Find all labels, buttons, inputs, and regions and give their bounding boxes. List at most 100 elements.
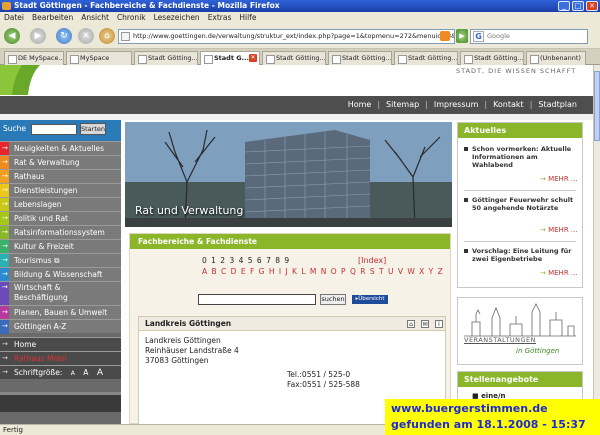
bullet-icon — [464, 147, 468, 151]
back-button[interactable]: ◀ — [4, 28, 20, 44]
menu-chronik[interactable]: Chronik — [117, 12, 146, 24]
close-window-button[interactable]: ✕ — [586, 1, 598, 11]
index-link[interactable]: [Index] — [358, 256, 386, 265]
search-start-button[interactable]: Starten — [80, 123, 106, 135]
separator: | — [425, 100, 428, 109]
overview-label: Übersicht — [358, 296, 385, 302]
site-header: STADT, DIE WISSEN SCHAFFT — [0, 65, 593, 96]
sidebar-item-dienstleistungen[interactable]: → Dienstleistungen — [0, 183, 121, 198]
page-icon — [121, 32, 130, 41]
tab-label: Stadt Götting... — [148, 54, 198, 62]
font-size-medium[interactable]: A — [83, 368, 88, 377]
sidebar-item-rat-verwaltung[interactable]: → Rat & Verwaltung — [0, 155, 121, 170]
menu-lesezeichen[interactable]: Lesezeichen — [154, 12, 200, 24]
sidebar-item-label: Göttingen A-Z — [14, 322, 67, 331]
minimize-button[interactable]: _ — [558, 1, 570, 11]
sidebar-item-neuigkeiten[interactable]: → Neuigkeiten & Aktuelles — [0, 141, 121, 156]
sidebar-item-rathaus-mobil[interactable]: → Rathaus Mobil — [0, 351, 121, 365]
topnav-home[interactable]: Home — [348, 96, 372, 114]
font-size-small[interactable]: A — [71, 370, 75, 377]
tab[interactable]: (Unbenannt) — [526, 51, 586, 65]
topnav-sitemap[interactable]: Sitemap — [386, 96, 419, 114]
email-icon[interactable]: ✉ — [421, 320, 429, 328]
arrow-icon: → — [2, 200, 8, 208]
phone-number: Tel.:0551 / 525-0 — [287, 370, 351, 379]
sidebar-item-wirtschaft[interactable]: → Wirtschaft & Beschäftigung — [0, 281, 121, 306]
menubar: Datei Bearbeiten Ansicht Chronik Lesezei… — [0, 12, 600, 24]
close-tab-icon[interactable]: ✕ — [249, 54, 257, 62]
menu-ansicht[interactable]: Ansicht — [81, 12, 109, 24]
url-bar[interactable]: http://www.goettingen.de/verwaltung/stru… — [118, 29, 455, 44]
window-titlebar: Stadt Göttingen - Fachbereiche & Fachdie… — [0, 0, 600, 12]
sidebar-item-label: Wirtschaft & Beschäftigung — [14, 283, 68, 302]
url-text: http://www.goettingen.de/verwaltung/stru… — [133, 32, 455, 40]
sidebar-item-label: Rat & Verwaltung — [14, 158, 80, 167]
sidebar-item-label: Neuigkeiten & Aktuelles — [14, 144, 104, 153]
menu-extras[interactable]: Extras — [208, 12, 232, 24]
sidebar-item-tourismus[interactable]: → Tourismus ⧉ — [0, 253, 121, 268]
news-text: Schon vormerken: Aktuelle Informationen … — [472, 145, 572, 169]
sidebar-item-politik[interactable]: → Politik und Rat — [0, 211, 121, 226]
fach-search-button[interactable]: suchen — [320, 294, 346, 305]
tab-label: Stadt Götting... — [276, 54, 326, 62]
search-input[interactable]: G Google — [470, 29, 588, 44]
topnav-impressum[interactable]: Impressum — [434, 96, 478, 114]
menu-hilfe[interactable]: Hilfe — [239, 12, 256, 24]
sidebar-item-kultur[interactable]: → Kultur & Freizeit — [0, 239, 121, 254]
maximize-button[interactable]: □ — [572, 1, 584, 11]
more-link[interactable]: → MEHR ... — [540, 226, 578, 234]
tab[interactable]: MySpace — [66, 51, 132, 65]
sidebar-item-bildung[interactable]: → Bildung & Wissenschaft — [0, 267, 121, 282]
sidebar-item-planen-bauen[interactable]: → Planen, Bauen & Umwelt — [0, 305, 121, 320]
overview-button[interactable]: ▸Übersicht — [352, 295, 388, 304]
home-icon[interactable]: ⌂ — [407, 320, 415, 328]
sidebar-item-rathaus[interactable]: → Rathaus — [0, 169, 121, 184]
veranstaltungen-banner[interactable]: VERANSTALTUNGEN in Göttingen — [457, 297, 583, 365]
tab[interactable]: DE MySpace... — [4, 51, 64, 65]
news-item[interactable]: Vorschlag: Eine Leitung für zwei Eigenbe… — [464, 247, 576, 263]
stop-button[interactable]: ✕ — [78, 28, 94, 44]
site-logo[interactable] — [0, 65, 60, 95]
tab[interactable]: Stadt Götting... — [394, 51, 458, 65]
scroll-thumb[interactable] — [594, 71, 600, 141]
info-icon[interactable]: i — [435, 320, 443, 328]
menu-bearbeiten[interactable]: Bearbeiten — [32, 12, 73, 24]
sidebar-item-label: Tourismus — [14, 256, 52, 265]
tab[interactable]: Stadt Götting... — [328, 51, 392, 65]
sidebar-search-input[interactable] — [31, 124, 77, 135]
tab-active[interactable]: Stadt G... ✕ — [200, 51, 260, 65]
site-slogan: STADT, DIE WISSEN SCHAFFT — [456, 67, 577, 75]
rss-feed-icon[interactable] — [440, 31, 450, 41]
news-item[interactable]: Schon vormerken: Aktuelle Informationen … — [464, 145, 576, 169]
sidebar-item-lebenslagen[interactable]: → Lebenslagen — [0, 197, 121, 212]
arrow-icon: → — [2, 144, 8, 152]
tab[interactable]: Stadt Götting... — [262, 51, 326, 65]
menu-datei[interactable]: Datei — [4, 12, 24, 24]
topnav-kontakt[interactable]: Kontakt — [493, 96, 524, 114]
go-button[interactable]: ▶ — [456, 29, 468, 43]
sidebar-item-label: Politik und Rat — [14, 214, 68, 223]
fach-search-input[interactable] — [198, 294, 316, 305]
overlay-line-2: gefunden am 18.1.2008 - 15:37 — [391, 418, 586, 431]
tab[interactable]: Stadt Götting... — [460, 51, 524, 65]
separator: | — [529, 100, 533, 109]
search-placeholder: Google — [487, 32, 510, 40]
sidebar-item-ratsinformationssystem[interactable]: → Ratsinformationssystem — [0, 225, 121, 240]
topnav-stadtplan[interactable]: Stadtplan — [538, 96, 577, 114]
reload-button[interactable]: ↻ — [56, 28, 72, 44]
tab[interactable]: Stadt Götting... — [134, 51, 198, 65]
forward-button[interactable]: ▶ — [30, 28, 46, 44]
font-size-large[interactable]: A — [97, 368, 103, 378]
sidebar-item-goettingen-az[interactable]: → Göttingen A-Z — [0, 319, 121, 334]
more-link[interactable]: → MEHR ... — [540, 175, 578, 183]
news-item[interactable]: Göttinger Feuerwehr schult 50 angehende … — [464, 196, 576, 212]
page-scrollbar[interactable] — [593, 65, 600, 424]
arrow-icon: → — [2, 256, 8, 264]
landkreis-title: Landkreis Göttingen — [139, 317, 445, 331]
sidebar-item-home[interactable]: → Home — [0, 337, 121, 351]
letter-index[interactable]: A B C D E F G H I J K L M N O P Q R S T … — [202, 267, 444, 276]
digit-index[interactable]: 0 1 2 3 4 5 6 7 8 9 — [202, 256, 290, 265]
more-link[interactable]: → MEHR ... — [540, 269, 578, 277]
tab-label: DE MySpace... — [18, 54, 64, 62]
home-button[interactable]: ⌂ — [99, 28, 115, 44]
